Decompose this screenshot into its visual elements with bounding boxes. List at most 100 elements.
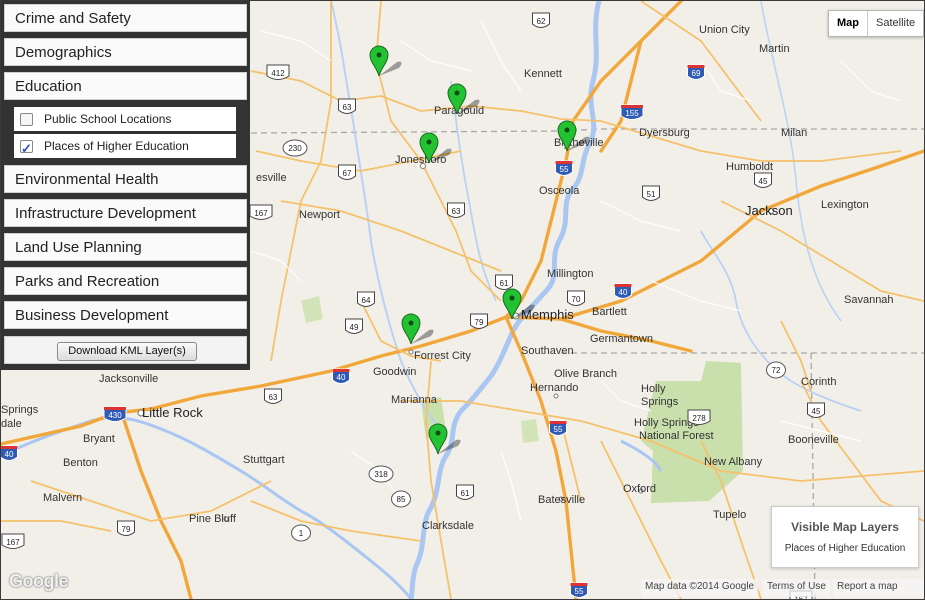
higher-education-checkbox[interactable] (20, 137, 33, 161)
interstate-shield: 430 (103, 406, 127, 422)
category-education[interactable]: Education (4, 72, 247, 100)
city-label: Goodwin (373, 366, 416, 378)
map-type-map-button[interactable]: Map (829, 11, 868, 36)
shield-number: 85 (397, 495, 406, 504)
interstate-shield: 69 (687, 64, 705, 80)
city-label: Southaven (521, 345, 574, 357)
city-label: Malvern (43, 492, 82, 504)
interstate-shield: 40 (614, 283, 632, 299)
city-label: Forrest City (414, 350, 471, 362)
shield-number: 318 (374, 470, 388, 479)
layer-item-public-school-locations[interactable]: Public School Locations (14, 107, 236, 131)
highway-shield: 72 (766, 361, 786, 379)
highway-shield: 79 (470, 313, 488, 329)
city-label: Tupelo (713, 509, 746, 521)
city-label: Corinth (801, 376, 836, 388)
map-type-satellite-button[interactable]: Satellite (868, 11, 923, 36)
shield-number: 79 (122, 525, 131, 534)
education-layer-list: Public School Locations Places of Higher… (12, 105, 237, 161)
city-label: Bryant (83, 433, 115, 445)
shield-number: 167 (6, 538, 20, 547)
visible-layers-legend: Visible Map Layers Places of Higher Educ… (771, 506, 919, 568)
city-label: Martin (759, 43, 790, 55)
shield-number: 55 (575, 587, 584, 596)
shield-number: 45 (759, 177, 768, 186)
shield-number: 412 (271, 69, 285, 78)
shield-number: 63 (343, 103, 352, 112)
shield-number: 79 (475, 318, 484, 327)
city-label: esville (256, 172, 287, 184)
city-label: Clarksdale (422, 520, 474, 532)
download-kml-button[interactable]: Download KML Layer(s) (57, 342, 197, 361)
city-label: Lexington (821, 199, 869, 211)
city-label: Benton (63, 457, 98, 469)
city-label: Pine Bluff (189, 513, 237, 525)
map-frame: Union City Martin Kennett Paragould Blyt… (0, 0, 925, 600)
legend-item: Places of Higher Education (784, 543, 906, 554)
layer-label: Public School Locations (44, 112, 172, 126)
city-label: Germantown (590, 333, 653, 345)
shield-number: 40 (619, 288, 628, 297)
shield-number: 167 (254, 209, 268, 218)
city-label: Olive Branch (554, 368, 617, 380)
category-crime-and-safety[interactable]: Crime and Safety (4, 4, 247, 32)
highway-shield: 63 (447, 202, 465, 218)
interstate-shield: 40 (332, 368, 350, 384)
highway-shield: 49 (345, 318, 363, 334)
highway-shield: 70 (567, 290, 585, 306)
shield-number: 155 (625, 109, 639, 118)
shield-number: 51 (647, 190, 656, 199)
highway-shield: 167 (249, 204, 273, 220)
public-school-checkbox[interactable] (20, 113, 33, 126)
city-label: New Albany (704, 456, 763, 468)
interstate-shield: 55 (555, 160, 573, 176)
city-label: Kennett (524, 68, 562, 80)
city-label: Little Rock (142, 405, 203, 420)
layer-panel: Crime and Safety Demographics Education … (1, 1, 250, 370)
highway-shield: 278 (687, 409, 711, 425)
interstate-shield: 40 (1, 445, 18, 461)
shield-number: 63 (452, 207, 461, 216)
city-label: Batesville (538, 494, 585, 506)
report-map-error-link[interactable]: Report a map error (833, 579, 924, 599)
city-label: Stuttgart (243, 454, 285, 466)
highway-shield: 61 (456, 484, 474, 500)
highway-shield: 45 (754, 172, 772, 188)
city-label: Booneville (788, 434, 839, 446)
city-label: Savannah (844, 294, 894, 306)
terms-of-use-link[interactable]: Terms of Use (763, 579, 830, 597)
interstate-shield: 155 (620, 104, 644, 120)
layer-label: Places of Higher Education (44, 139, 189, 153)
category-demographics[interactable]: Demographics (4, 38, 247, 66)
interstate-shield: 55 (549, 420, 567, 436)
shield-number: 230 (288, 144, 302, 153)
city-label: Dyersburg (639, 127, 690, 139)
city-label: Milan (781, 127, 807, 139)
highway-shield: 79 (117, 520, 135, 536)
highway-shield: 67 (338, 164, 356, 180)
highway-shield: 61 (495, 274, 513, 290)
category-parks-and-recreation[interactable]: Parks and Recreation (4, 267, 247, 295)
category-land-use-planning[interactable]: Land Use Planning (4, 233, 247, 261)
category-infrastructure-development[interactable]: Infrastructure Development (4, 199, 247, 227)
shield-number: 55 (554, 425, 563, 434)
layer-item-places-of-higher-education[interactable]: Places of Higher Education (14, 134, 236, 161)
map-type-control: Map Satellite (828, 10, 924, 37)
shield-number: 61 (500, 279, 509, 288)
highway-shield: 51 (642, 185, 660, 201)
category-environmental-health[interactable]: Environmental Health (4, 165, 247, 193)
category-business-development[interactable]: Business Development (4, 301, 247, 329)
shield-number: 70 (572, 295, 581, 304)
city-label: Jacksonville (99, 373, 158, 385)
city-label: Osceola (539, 185, 580, 197)
shield-number: 49 (350, 323, 359, 332)
city-label: Jackson (745, 203, 793, 218)
google-logo[interactable]: Google (9, 571, 69, 592)
highway-shield: 167 (1, 533, 25, 549)
highway-shield: 230 (282, 139, 308, 157)
highway-shield: 85 (391, 490, 411, 508)
legend-title: Visible Map Layers (791, 520, 899, 534)
highway-shield: 62 (532, 12, 550, 28)
highway-shield: 412 (266, 64, 290, 80)
shield-number: 61 (461, 489, 470, 498)
